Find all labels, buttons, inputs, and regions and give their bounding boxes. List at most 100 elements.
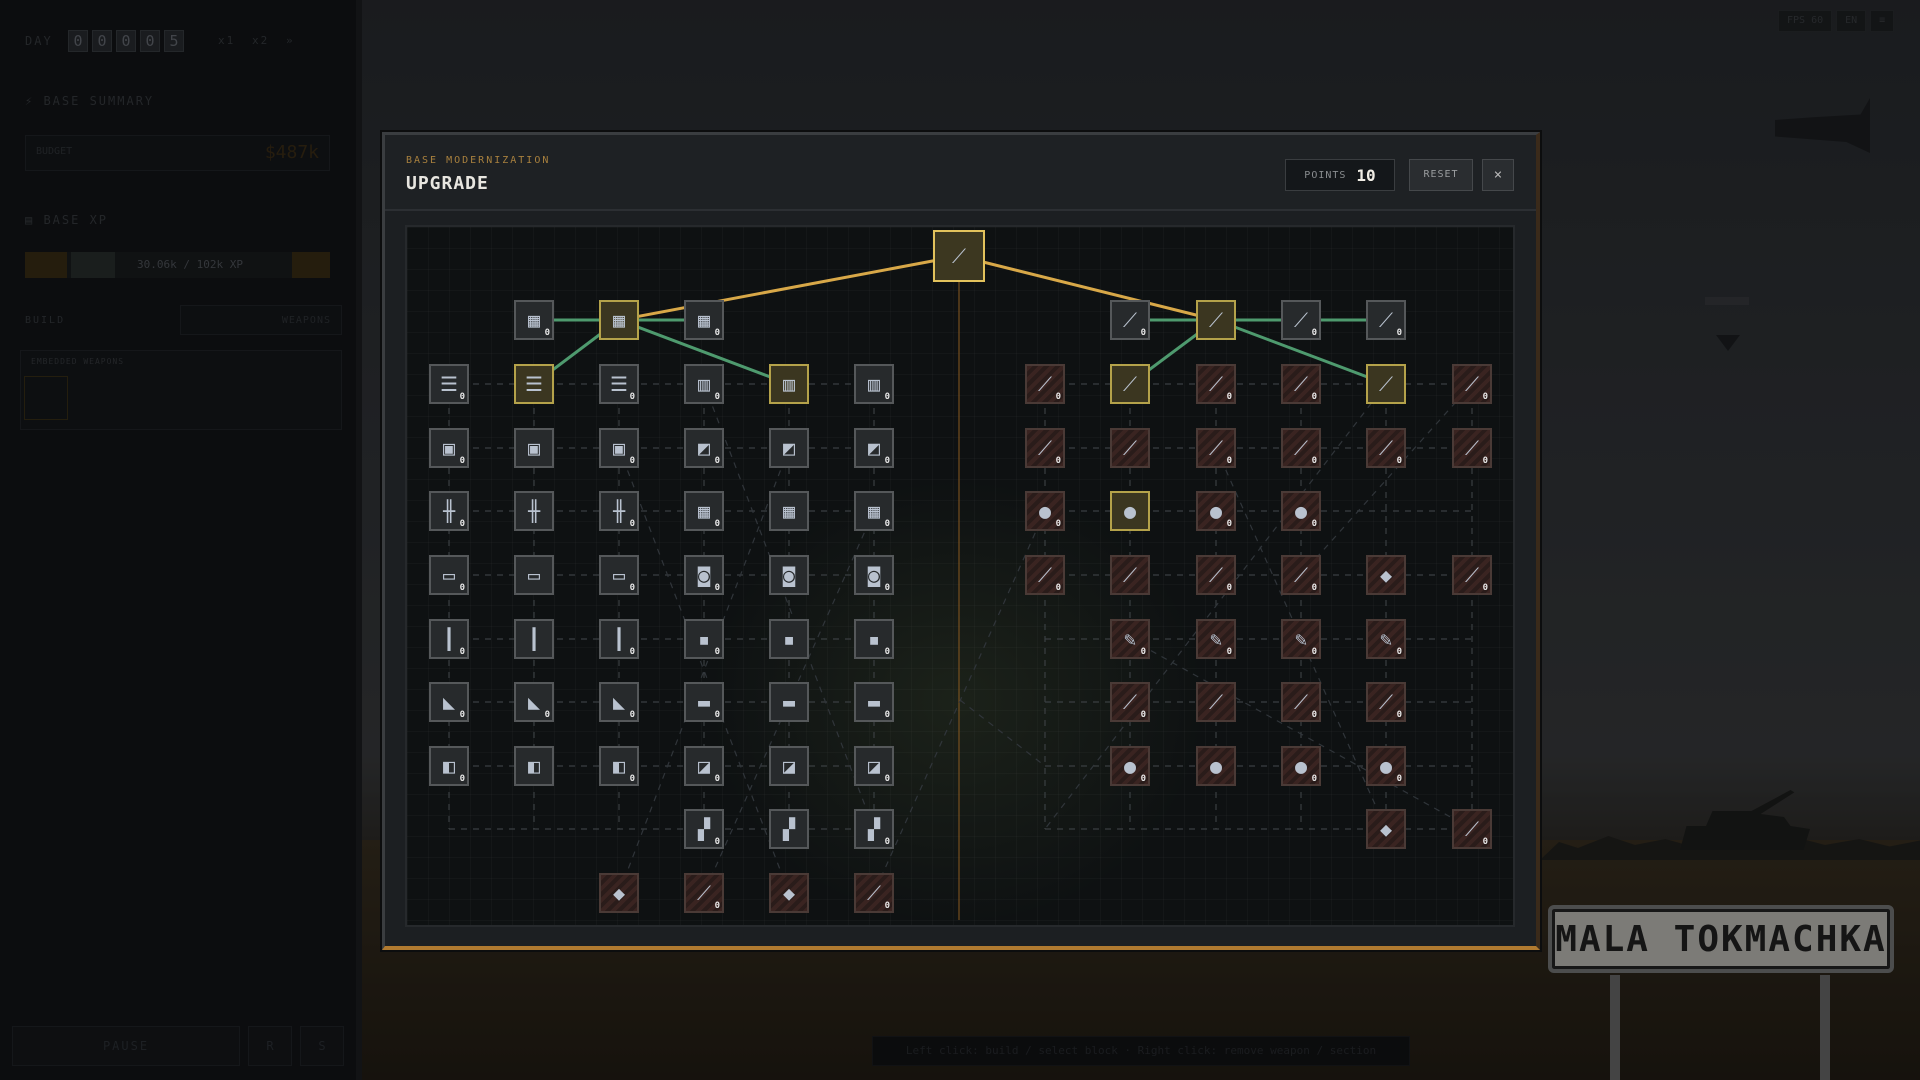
upgrade-node-left-r2c3[interactable]: ▦ 0 xyxy=(684,491,724,531)
upgrade-node-left-r1c2[interactable]: ▣ 0 xyxy=(599,428,639,468)
upgrade-node-left-r3c3[interactable]: ◙ 0 xyxy=(684,555,724,595)
upgrade-node-left-r3c5[interactable]: ◙ 0 xyxy=(854,555,894,595)
upgrade-node-left-r1c1[interactable]: ▣ xyxy=(514,428,554,468)
upgrade-node-right-r1c3[interactable]: ⟋ 0 xyxy=(1281,428,1321,468)
upgrade-node-right-r8c0[interactable]: ◆ xyxy=(1366,809,1406,849)
upgrade-node-left-r8c2[interactable]: ▞ 0 xyxy=(854,809,894,849)
upgrade-node-right-r5c0[interactable]: ⟋ 0 xyxy=(1110,682,1150,722)
upgrade-node-left-r8c0[interactable]: ▞ 0 xyxy=(684,809,724,849)
upgrade-node-right-r3c5[interactable]: ⟋ 0 xyxy=(1452,555,1492,595)
upgrade-node-left-r1c5[interactable]: ◩ 0 xyxy=(854,428,894,468)
upgrade-icon: ┃ xyxy=(442,627,456,651)
upgrade-node-right-r6c0[interactable]: ● 0 xyxy=(1110,746,1150,786)
upgrade-node-r1c[interactable]: ⟋ 0 xyxy=(1281,300,1321,340)
upgrade-node-right-r0c3[interactable]: ⟋ 0 xyxy=(1281,364,1321,404)
upgrade-node-left-r6c2[interactable]: ◧ 0 xyxy=(599,746,639,786)
upgrade-node-left-r2c1[interactable]: ╫ xyxy=(514,491,554,531)
upgrade-node-left-r3c4[interactable]: ◙ xyxy=(769,555,809,595)
upgrade-node-right-r1c5[interactable]: ⟋ 0 xyxy=(1452,428,1492,468)
upgrade-node-right-r8c1[interactable]: ⟋ 0 xyxy=(1452,809,1492,849)
upgrade-icon: ☰ xyxy=(610,372,628,396)
upgrade-node-left-r4c1[interactable]: ┃ xyxy=(514,619,554,659)
upgrade-node-left-r2c5[interactable]: ▦ 0 xyxy=(854,491,894,531)
upgrade-node-left-r2c2[interactable]: ╫ 0 xyxy=(599,491,639,531)
upgrade-node-left-r0c3[interactable]: ▥ 0 xyxy=(684,364,724,404)
upgrade-node-left-r0c1[interactable]: ☰ xyxy=(514,364,554,404)
upgrade-node-left-r9c1[interactable]: ⟋ 0 xyxy=(684,873,724,913)
upgrade-node-right-r3c2[interactable]: ⟋ 0 xyxy=(1196,555,1236,595)
upgrade-node-l1b[interactable]: ▦ xyxy=(599,300,639,340)
upgrade-node-l1a[interactable]: ▦ 0 xyxy=(514,300,554,340)
upgrade-node-right-r6c2[interactable]: ● 0 xyxy=(1281,746,1321,786)
upgrade-node-left-r9c2[interactable]: ◆ xyxy=(769,873,809,913)
node-count: 0 xyxy=(459,583,465,593)
upgrade-node-right-r4c3[interactable]: ✎ 0 xyxy=(1366,619,1406,659)
upgrade-node-right-r2c3[interactable]: ● 0 xyxy=(1281,491,1321,531)
upgrade-node-left-r4c2[interactable]: ┃ 0 xyxy=(599,619,639,659)
upgrade-node-right-r5c1[interactable]: ⟋ xyxy=(1196,682,1236,722)
upgrade-node-right-r6c1[interactable]: ● xyxy=(1196,746,1236,786)
upgrade-node-right-r0c1[interactable]: ⟋ xyxy=(1110,364,1150,404)
upgrade-node-left-r3c2[interactable]: ▭ 0 xyxy=(599,555,639,595)
upgrade-node-left-r6c5[interactable]: ◪ 0 xyxy=(854,746,894,786)
node-count: 0 xyxy=(1311,519,1317,529)
upgrade-node-right-r5c3[interactable]: ⟋ 0 xyxy=(1366,682,1406,722)
upgrade-node-left-r1c0[interactable]: ▣ 0 xyxy=(429,428,469,468)
upgrade-icon: ⟋ xyxy=(1123,372,1137,396)
upgrade-node-right-r5c2[interactable]: ⟋ 0 xyxy=(1281,682,1321,722)
upgrade-node-left-r0c2[interactable]: ☰ 0 xyxy=(599,364,639,404)
upgrade-node-right-r4c1[interactable]: ✎ 0 xyxy=(1196,619,1236,659)
upgrade-node-l1c[interactable]: ▦ 0 xyxy=(684,300,724,340)
upgrade-node-right-r3c1[interactable]: ⟋ xyxy=(1110,555,1150,595)
upgrade-node-left-r5c1[interactable]: ◣ 0 xyxy=(514,682,554,722)
upgrade-node-left-r4c4[interactable]: ▪ xyxy=(769,619,809,659)
upgrade-node-left-r6c3[interactable]: ◪ 0 xyxy=(684,746,724,786)
upgrade-node-left-r6c0[interactable]: ◧ 0 xyxy=(429,746,469,786)
upgrade-node-left-r6c4[interactable]: ◪ xyxy=(769,746,809,786)
upgrade-node-right-r1c2[interactable]: ⟋ 0 xyxy=(1196,428,1236,468)
upgrade-node-left-r4c0[interactable]: ┃ 0 xyxy=(429,619,469,659)
upgrade-node-left-r1c3[interactable]: ◩ 0 xyxy=(684,428,724,468)
upgrade-node-right-r0c2[interactable]: ⟋ 0 xyxy=(1196,364,1236,404)
upgrade-node-left-r0c0[interactable]: ☰ 0 xyxy=(429,364,469,404)
upgrade-node-right-r2c0[interactable]: ● 0 xyxy=(1025,491,1065,531)
upgrade-node-left-r2c4[interactable]: ▦ xyxy=(769,491,809,531)
upgrade-node-left-r9c0[interactable]: ◆ xyxy=(599,873,639,913)
upgrade-icon: ⟋ xyxy=(1209,436,1223,460)
upgrade-node-right-r0c5[interactable]: ⟋ 0 xyxy=(1452,364,1492,404)
upgrade-node-right-r3c3[interactable]: ⟋ 0 xyxy=(1281,555,1321,595)
upgrade-node-left-r3c0[interactable]: ▭ 0 xyxy=(429,555,469,595)
upgrade-node-left-r1c4[interactable]: ◩ xyxy=(769,428,809,468)
upgrade-node-left-r5c0[interactable]: ◣ 0 xyxy=(429,682,469,722)
upgrade-root-node[interactable]: ⟋ xyxy=(933,230,985,282)
upgrade-node-left-r9c3[interactable]: ⟋ 0 xyxy=(854,873,894,913)
upgrade-node-left-r5c3[interactable]: ▬ 0 xyxy=(684,682,724,722)
upgrade-node-right-r0c0[interactable]: ⟋ 0 xyxy=(1025,364,1065,404)
upgrade-node-left-r0c5[interactable]: ▥ 0 xyxy=(854,364,894,404)
upgrade-node-right-r6c3[interactable]: ● 0 xyxy=(1366,746,1406,786)
upgrade-node-right-r3c0[interactable]: ⟋ 0 xyxy=(1025,555,1065,595)
upgrade-node-right-r3c4[interactable]: ◆ xyxy=(1366,555,1406,595)
upgrade-node-right-r1c0[interactable]: ⟋ 0 xyxy=(1025,428,1065,468)
upgrade-node-r1a[interactable]: ⟋ 0 xyxy=(1110,300,1150,340)
upgrade-node-left-r3c1[interactable]: ▭ xyxy=(514,555,554,595)
upgrade-node-left-r5c2[interactable]: ◣ 0 xyxy=(599,682,639,722)
upgrade-node-right-r2c2[interactable]: ● 0 xyxy=(1196,491,1236,531)
upgrade-node-left-r5c5[interactable]: ▬ 0 xyxy=(854,682,894,722)
upgrade-icon: ▭ xyxy=(612,563,626,587)
upgrade-node-left-r4c3[interactable]: ▪ 0 xyxy=(684,619,724,659)
upgrade-node-right-r4c2[interactable]: ✎ 0 xyxy=(1281,619,1321,659)
upgrade-node-right-r4c0[interactable]: ✎ 0 xyxy=(1110,619,1150,659)
upgrade-node-left-r5c4[interactable]: ▬ xyxy=(769,682,809,722)
upgrade-node-r1b[interactable]: ⟋ xyxy=(1196,300,1236,340)
upgrade-node-left-r8c1[interactable]: ▞ xyxy=(769,809,809,849)
upgrade-node-right-r1c1[interactable]: ⟋ xyxy=(1110,428,1150,468)
upgrade-node-left-r2c0[interactable]: ╫ 0 xyxy=(429,491,469,531)
upgrade-node-right-r1c4[interactable]: ⟋ 0 xyxy=(1366,428,1406,468)
upgrade-node-left-r0c4[interactable]: ▥ xyxy=(769,364,809,404)
upgrade-node-left-r6c1[interactable]: ◧ xyxy=(514,746,554,786)
upgrade-node-right-r0c4[interactable]: ⟋ xyxy=(1366,364,1406,404)
upgrade-node-right-r2c1[interactable]: ● xyxy=(1110,491,1150,531)
upgrade-node-left-r4c5[interactable]: ▪ 0 xyxy=(854,619,894,659)
upgrade-node-r1d[interactable]: ⟋ 0 xyxy=(1366,300,1406,340)
